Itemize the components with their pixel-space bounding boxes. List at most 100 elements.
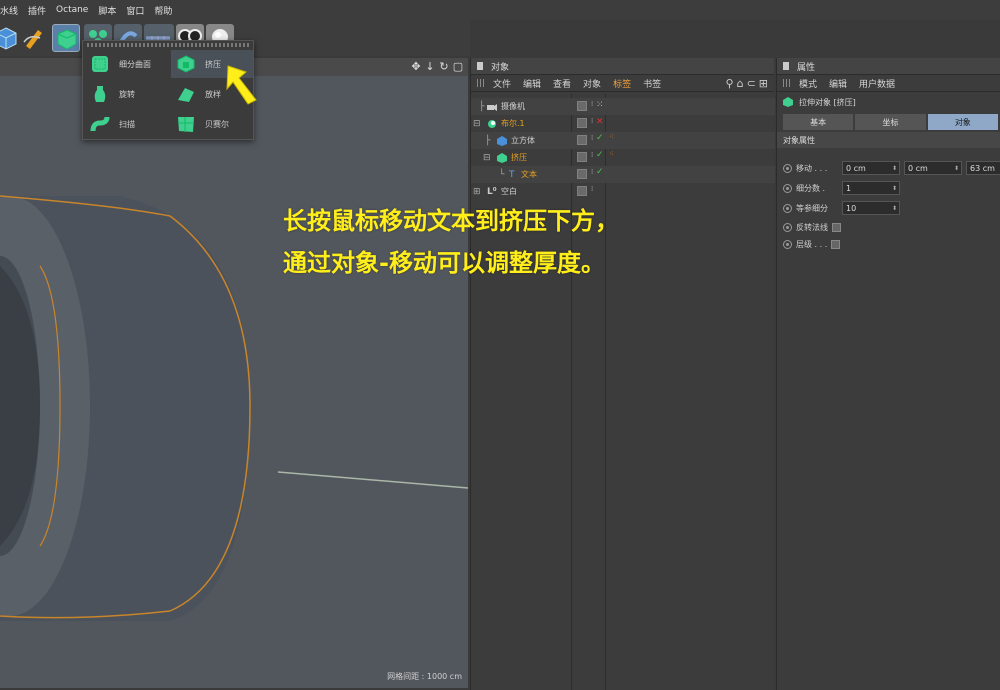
visibility-dots-icon[interactable]: ⁞ xyxy=(591,168,593,176)
object-name[interactable]: 立方体 xyxy=(511,135,535,146)
phong-tag-icon[interactable]: ⁖ xyxy=(609,132,614,141)
attributes-menu-user-data[interactable]: 用户数据 xyxy=(859,77,895,90)
tutorial-annotation: 长按鼠标移动文本到挤压下方， 通过对象-移动可以调整厚度。 xyxy=(283,200,619,284)
pen-tool-button[interactable] xyxy=(20,24,48,52)
phong-tag-icon[interactable]: ⁖ xyxy=(609,149,614,158)
menu-dots-icon[interactable] xyxy=(783,79,791,87)
layer-swatch[interactable] xyxy=(577,169,587,179)
collapse-toggle-icon[interactable]: ⊟ xyxy=(473,119,481,129)
home-icon[interactable]: ⌂ xyxy=(737,77,744,90)
attributes-menu-edit[interactable]: 编辑 xyxy=(829,77,847,90)
object-name[interactable]: 文本 xyxy=(521,169,537,180)
flip-normals-checkbox[interactable] xyxy=(832,222,841,232)
disabled-x-icon[interactable]: ✕ xyxy=(596,117,604,127)
attr-row-subdivision: 细分数 . 1 ⬍ xyxy=(783,180,900,196)
animate-radio-icon[interactable] xyxy=(783,203,792,213)
visibility-dots-icon[interactable]: ⁞ xyxy=(591,100,593,108)
object-row-null[interactable]: ⊞ L⁰ 空白 ⁞ xyxy=(471,183,775,200)
zoom-view-icon[interactable]: ↓ xyxy=(424,60,436,73)
enabled-check-icon[interactable]: ✓ xyxy=(596,167,604,177)
visibility-dots-icon[interactable]: ⁞ xyxy=(591,117,593,125)
attributes-panel: 属性 模式 编辑 用户数据 拉伸对象 [挤压] 基本 坐标 对象 对象属性 移动… xyxy=(776,58,1000,690)
objects-toolbar: ⚲ ⌂ ⊂ ⊞ xyxy=(726,77,768,90)
menu-item-script[interactable]: 脚本 xyxy=(98,4,116,17)
object-row-text[interactable]: └ T 文本 ⁞ ✓ xyxy=(471,166,775,183)
loft-icon xyxy=(178,88,194,102)
hierarchical-checkbox[interactable] xyxy=(831,239,841,249)
null-icon: L⁰ xyxy=(487,186,497,197)
camera-icon xyxy=(487,103,497,111)
enabled-check-icon[interactable]: ✓ xyxy=(596,133,604,143)
object-row-boole[interactable]: ⊟ 布尔.1 ⁞ ✕ xyxy=(471,115,775,132)
menubar: 水线 插件 Octane 脚本 窗口 帮助 xyxy=(0,0,1000,20)
visibility-dots-icon[interactable]: ⁞ xyxy=(591,185,593,193)
objects-menu-tags[interactable]: 标签 xyxy=(613,77,631,90)
generator-button[interactable] xyxy=(52,24,80,52)
panel-grip-icon[interactable] xyxy=(783,62,789,70)
flyout-drag-handle[interactable] xyxy=(87,43,251,47)
objects-menu-bookmarks[interactable]: 书签 xyxy=(643,77,661,90)
object-name[interactable]: 布尔.1 xyxy=(501,118,525,129)
cube-object-button[interactable] xyxy=(0,24,20,52)
menu-item-octane[interactable]: Octane xyxy=(56,5,88,15)
layer-swatch[interactable] xyxy=(577,186,587,196)
maximize-view-icon[interactable]: ▢ xyxy=(452,60,464,73)
objects-menu-edit[interactable]: 编辑 xyxy=(523,77,541,90)
menu-item-plugins[interactable]: 插件 xyxy=(28,4,46,17)
collapse-toggle-icon[interactable]: ⊟ xyxy=(483,153,491,163)
layer-swatch[interactable] xyxy=(577,152,587,162)
objects-menu-file[interactable]: 文件 xyxy=(493,77,511,90)
objects-menu-object[interactable]: 对象 xyxy=(583,77,601,90)
menu-item-pipeline[interactable]: 水线 xyxy=(0,4,18,17)
visibility-dots-icon[interactable]: ⁞ xyxy=(591,151,593,159)
movement-y-field[interactable]: 0 cm ⬍ xyxy=(904,161,962,175)
animate-radio-icon[interactable] xyxy=(783,239,792,249)
move-view-icon[interactable]: ✥ xyxy=(410,60,422,73)
tab-basic[interactable]: 基本 xyxy=(783,114,854,130)
animate-radio-icon[interactable] xyxy=(783,183,792,193)
new-view-icon[interactable]: ⊞ xyxy=(759,77,768,90)
animate-radio-icon[interactable] xyxy=(783,222,792,232)
extrude-icon xyxy=(497,152,507,163)
object-row-cube[interactable]: ├ 立方体 ⁞ ✓ ⁖ xyxy=(471,132,775,149)
attr-row-movement: 移动 . . . 0 cm ⬍ 0 cm ⬍ 63 cm xyxy=(783,160,1000,176)
isoparm-field[interactable]: 10 ⬍ xyxy=(842,201,900,215)
enabled-toggle-icon[interactable]: ⁙ xyxy=(596,100,604,110)
object-name[interactable]: 摄像机 xyxy=(501,101,525,112)
annotation-line-2: 通过对象-移动可以调整厚度。 xyxy=(283,249,605,277)
object-name[interactable]: 挤压 xyxy=(511,152,527,163)
objects-menu-view[interactable]: 查看 xyxy=(553,77,571,90)
layer-swatch[interactable] xyxy=(577,135,587,145)
movement-z-field[interactable]: 63 cm xyxy=(966,161,1000,175)
attributes-menu-mode[interactable]: 模式 xyxy=(799,77,817,90)
viewport-scene xyxy=(0,195,468,621)
enabled-check-icon[interactable]: ✓ xyxy=(596,150,604,160)
movement-x-field[interactable]: 0 cm ⬍ xyxy=(842,161,900,175)
rotate-view-icon[interactable]: ↻ xyxy=(438,60,450,73)
visibility-dots-icon[interactable]: ⁞ xyxy=(591,134,593,142)
tab-coordinates[interactable]: 坐标 xyxy=(855,114,926,130)
layer-swatch[interactable] xyxy=(577,101,587,111)
flyout-item-bezier[interactable]: 贝赛尔 xyxy=(171,110,253,138)
flyout-item-subdivision-surface[interactable]: 细分曲面 xyxy=(85,50,167,78)
flyout-item-sweep[interactable]: 扫描 xyxy=(85,110,167,138)
layer-swatch[interactable] xyxy=(577,118,587,128)
object-row-extrude[interactable]: ⊟ 挤压 ⁞ ✓ ⁖ xyxy=(471,149,775,166)
animate-radio-icon[interactable] xyxy=(783,163,792,173)
object-row-camera[interactable]: ├ 摄像机 ⁞ ⁙ xyxy=(471,98,775,115)
object-name[interactable]: 空白 xyxy=(501,186,517,197)
annotation-line-1: 长按鼠标移动文本到挤压下方， xyxy=(283,207,619,235)
subdivision-field[interactable]: 1 ⬍ xyxy=(842,181,900,195)
menu-item-window[interactable]: 窗口 xyxy=(126,4,144,17)
expand-toggle-icon[interactable]: ⊞ xyxy=(473,187,481,197)
link-icon[interactable]: ⊂ xyxy=(747,77,756,90)
attribute-object-name: 拉伸对象 [挤压] xyxy=(799,97,856,107)
flyout-item-lathe[interactable]: 旋转 xyxy=(85,80,167,108)
menu-dots-icon[interactable] xyxy=(477,79,485,87)
3d-viewport[interactable]: ✥ ↓ ↻ ▢ 网格间距 : 1000 cm xyxy=(0,58,468,688)
panel-grip-icon[interactable] xyxy=(477,62,483,70)
menu-item-help[interactable]: 帮助 xyxy=(154,4,172,17)
annotation-arrow-icon xyxy=(226,65,257,105)
search-icon[interactable]: ⚲ xyxy=(726,77,734,90)
tab-object[interactable]: 对象 xyxy=(927,114,998,130)
